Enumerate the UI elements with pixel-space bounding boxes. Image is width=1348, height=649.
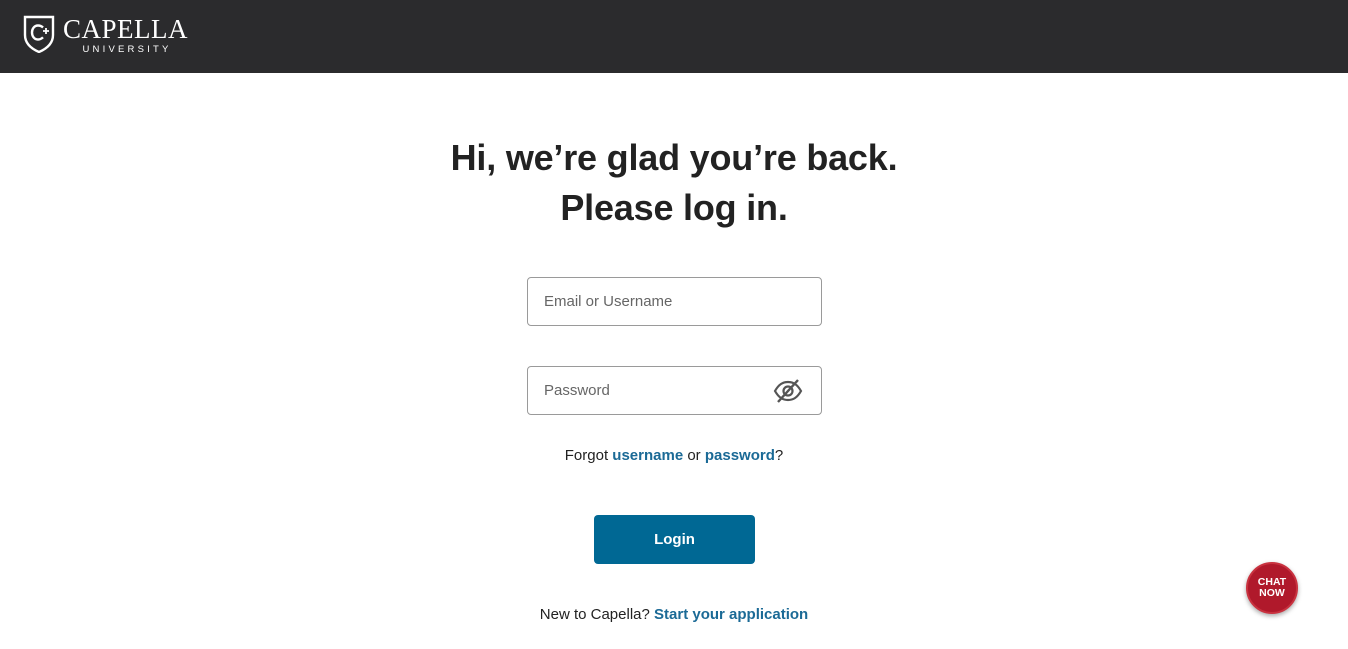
top-header-bar: CAPELLA UNIVERSITY [0,0,1348,73]
page-heading: Hi, we’re glad you’re back. Please log i… [0,133,1348,233]
chat-now-button[interactable]: CHAT NOW [1246,562,1298,614]
new-to-capella-text: New to Capella? Start your application [0,606,1348,623]
start-application-link[interactable]: Start your application [654,606,808,623]
heading-line-2: Please log in. [560,187,788,228]
eye-slash-icon[interactable] [773,377,803,405]
login-button[interactable]: Login [594,515,755,564]
forgot-credentials-text: Forgot username or password? [0,447,1348,464]
forgot-password-link[interactable]: password [705,447,775,464]
forgot-username-link[interactable]: username [612,447,683,464]
email-username-input[interactable] [528,278,821,325]
chat-label-line-2: NOW [1259,587,1285,599]
password-field-container [527,366,822,415]
forgot-suffix: ? [774,447,784,464]
capella-logo[interactable]: CAPELLA UNIVERSITY [23,15,188,55]
forgot-or: or [683,447,705,464]
logo-subtitle: UNIVERSITY [82,44,172,55]
email-field-container [527,277,822,326]
capella-shield-icon [23,15,55,53]
new-to-capella-prefix: New to Capella? [539,606,655,623]
heading-line-1: Hi, we’re glad you’re back. [450,137,898,178]
forgot-prefix: Forgot [564,447,613,464]
logo-wordmark: CAPELLA [63,14,188,44]
